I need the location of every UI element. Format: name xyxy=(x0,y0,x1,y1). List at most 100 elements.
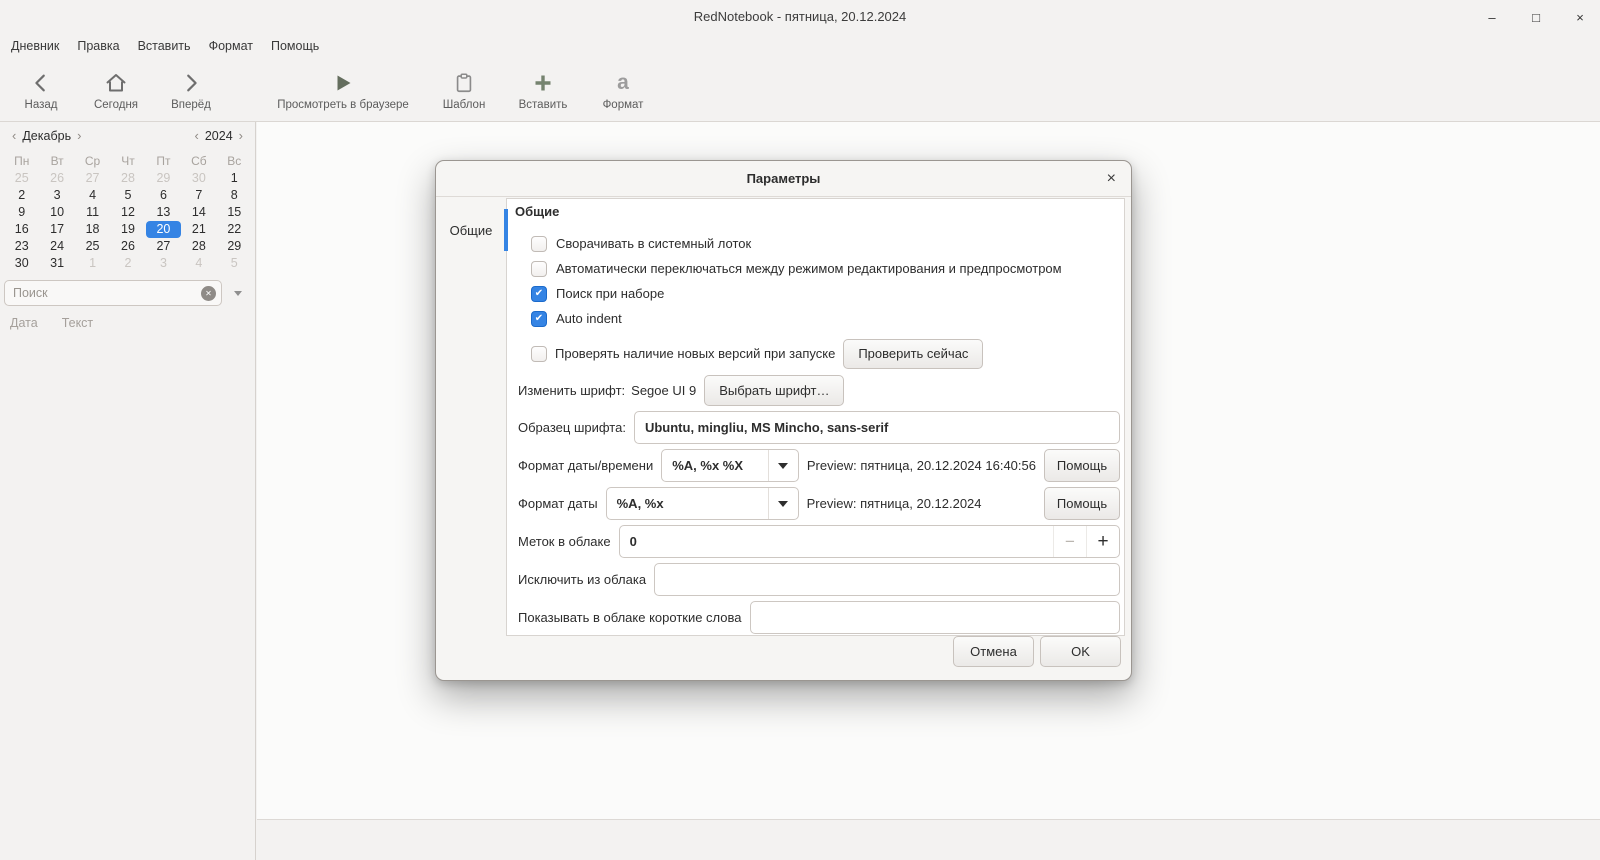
calendar-day[interactable]: 30 xyxy=(181,170,216,187)
calendar-day[interactable]: 2 xyxy=(110,255,145,272)
calendar-day[interactable]: 1 xyxy=(217,170,252,187)
menu-journal[interactable]: Дневник xyxy=(2,37,68,59)
calendar-day[interactable]: 28 xyxy=(110,170,145,187)
calendar-day[interactable]: 27 xyxy=(146,238,181,255)
calendar-day[interactable]: 25 xyxy=(75,238,110,255)
minimize-button[interactable]: – xyxy=(1484,10,1500,25)
spinner-plus-button[interactable]: + xyxy=(1086,526,1119,557)
calendar-day[interactable]: 21 xyxy=(181,221,216,238)
toolbar: Назад Сегодня Вперёд Просмотреть в брауз… xyxy=(0,60,1600,122)
ok-button[interactable]: OK xyxy=(1040,636,1121,667)
next-year-button[interactable]: › xyxy=(235,128,247,143)
short-words-input[interactable] xyxy=(749,601,1120,634)
spinner-minus-button[interactable]: − xyxy=(1053,526,1086,557)
calendar-day[interactable]: 24 xyxy=(39,238,74,255)
calendar-day[interactable]: 29 xyxy=(146,170,181,187)
calendar-day[interactable]: 12 xyxy=(110,204,145,221)
dialog-actions: Отмена OK xyxy=(953,636,1121,667)
calendar-day[interactable]: 8 xyxy=(217,187,252,204)
preference-checkbox-row: ✔ Auto indent xyxy=(531,306,1116,331)
calendar-day[interactable]: 14 xyxy=(181,204,216,221)
calendar-day[interactable]: 23 xyxy=(4,238,39,255)
results-header-text[interactable]: Текст xyxy=(62,316,93,330)
calendar-day[interactable]: 26 xyxy=(110,238,145,255)
calendar-day[interactable]: 25 xyxy=(4,170,39,187)
calendar-day[interactable]: 13 xyxy=(146,204,181,221)
calendar-day[interactable]: 16 xyxy=(4,221,39,238)
tags-cloud-spinner[interactable]: 0 − + xyxy=(618,525,1120,558)
tab-general[interactable]: Общие xyxy=(436,223,506,238)
choose-font-button[interactable]: Выбрать шрифт… xyxy=(704,375,845,406)
calendar-day[interactable]: 27 xyxy=(75,170,110,187)
check-now-button[interactable]: Проверить сейчас xyxy=(843,338,984,369)
close-button[interactable]: × xyxy=(1572,10,1588,25)
calendar-day[interactable]: 17 xyxy=(39,221,74,238)
dialog-titlebar: Параметры × xyxy=(436,161,1131,197)
datetime-help-button[interactable]: Помощь xyxy=(1044,449,1120,482)
calendar-day[interactable]: 28 xyxy=(181,238,216,255)
checkbox[interactable]: ✔ xyxy=(531,310,547,327)
calendar-day[interactable]: 20 xyxy=(145,221,182,238)
calendar-day[interactable]: 26 xyxy=(39,170,74,187)
calendar-day[interactable]: 18 xyxy=(75,221,110,238)
calendar-day[interactable]: 19 xyxy=(110,221,145,238)
calendar-day[interactable]: 2 xyxy=(4,187,39,204)
cancel-button[interactable]: Отмена xyxy=(953,636,1034,667)
menu-help[interactable]: Помощь xyxy=(262,37,328,59)
calendar-day[interactable]: 22 xyxy=(217,221,252,238)
checkbox[interactable]: ✔ xyxy=(531,285,547,302)
menu-format[interactable]: Формат xyxy=(200,37,262,59)
exclude-cloud-input[interactable] xyxy=(654,563,1120,596)
prev-year-button[interactable]: ‹ xyxy=(191,128,203,143)
calendar-day[interactable]: 6 xyxy=(146,187,181,204)
menu-insert[interactable]: Вставить xyxy=(129,37,200,59)
checkbox[interactable] xyxy=(531,345,547,362)
dialog-close-button[interactable]: × xyxy=(1107,161,1116,197)
calendar-day[interactable]: 29 xyxy=(217,238,252,255)
calendar-day[interactable]: 7 xyxy=(181,187,216,204)
combo-arrow-icon xyxy=(767,488,798,519)
menu-edit[interactable]: Правка xyxy=(68,37,128,59)
date-format-value: %A, %x xyxy=(616,496,664,511)
maximize-button[interactable]: □ xyxy=(1528,10,1544,25)
calendar-day[interactable]: 1 xyxy=(75,255,110,272)
next-month-button[interactable]: › xyxy=(73,128,85,143)
calendar-day[interactable]: 4 xyxy=(181,255,216,272)
forward-button[interactable]: Вперёд xyxy=(158,64,224,118)
date-help-button[interactable]: Помощь xyxy=(1044,487,1120,520)
section-title: Общие xyxy=(515,204,560,219)
checkbox-label: Поиск при наборе xyxy=(556,286,665,301)
calendar-day[interactable]: 31 xyxy=(39,255,74,272)
prev-month-button[interactable]: ‹ xyxy=(8,128,20,143)
insert-button[interactable]: Вставить xyxy=(506,64,580,118)
datetime-format-combo[interactable]: %A, %x %X xyxy=(661,449,799,482)
tags-cloud-value[interactable]: 0 xyxy=(620,534,1053,549)
calendar-day[interactable]: 10 xyxy=(39,204,74,221)
date-format-combo[interactable]: %A, %x xyxy=(605,487,799,520)
calendar-day[interactable]: 15 xyxy=(217,204,252,221)
format-button[interactable]: a Формат xyxy=(586,64,660,118)
preview-in-browser-button[interactable]: Просмотреть в браузере xyxy=(262,64,424,118)
back-button[interactable]: Назад xyxy=(8,64,74,118)
clear-search-icon[interactable]: ✕ xyxy=(201,286,216,301)
search-input[interactable] xyxy=(4,280,222,306)
calendar-day[interactable]: 9 xyxy=(4,204,39,221)
font-sample-row: Образец шрифта: xyxy=(518,411,1120,444)
calendar-day[interactable]: 11 xyxy=(75,204,110,221)
date-preview: Preview: пятница, 20.12.2024 xyxy=(806,496,982,511)
search-dropdown-button[interactable] xyxy=(224,280,252,306)
results-header-date[interactable]: Дата xyxy=(10,316,38,330)
calendar-day[interactable]: 3 xyxy=(39,187,74,204)
calendar-day[interactable]: 5 xyxy=(110,187,145,204)
checkbox[interactable] xyxy=(531,235,547,252)
calendar-day[interactable]: 30 xyxy=(4,255,39,272)
home-icon xyxy=(104,70,128,96)
calendar-day[interactable]: 4 xyxy=(75,187,110,204)
calendar-day[interactable]: 3 xyxy=(146,255,181,272)
chevron-left-icon xyxy=(30,70,52,96)
calendar-day[interactable]: 5 xyxy=(217,255,252,272)
template-button[interactable]: Шаблон xyxy=(428,64,500,118)
today-button[interactable]: Сегодня xyxy=(78,64,154,118)
font-sample-input[interactable] xyxy=(633,411,1120,444)
checkbox[interactable] xyxy=(531,260,547,277)
